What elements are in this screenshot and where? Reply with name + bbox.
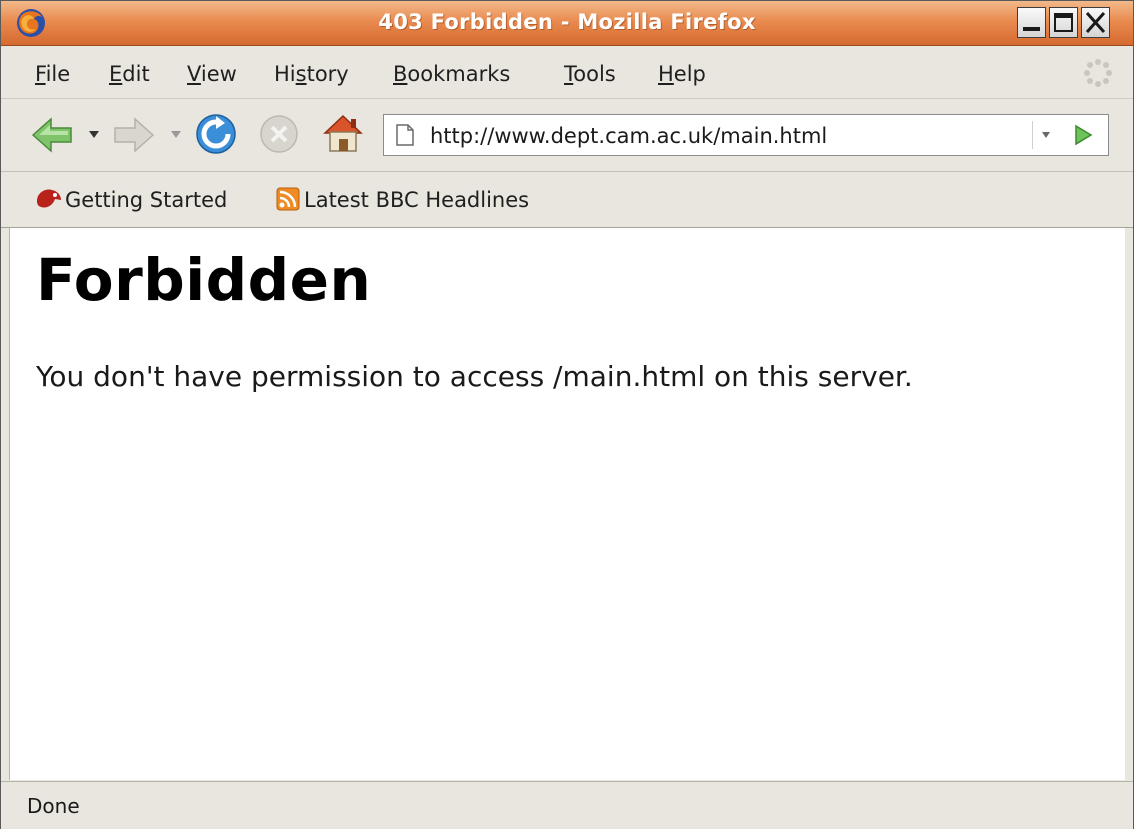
forward-arrow-icon[interactable] bbox=[113, 117, 155, 153]
home-icon[interactable] bbox=[321, 111, 365, 155]
bookmarks-toolbar: Getting Started Latest BBC Headlines bbox=[1, 172, 1133, 228]
bookmark-bbc-headlines[interactable]: Latest BBC Headlines bbox=[276, 187, 529, 212]
window-title: 403 Forbidden - Mozilla Firefox bbox=[378, 10, 756, 34]
back-dropdown-icon[interactable] bbox=[89, 131, 99, 139]
close-button[interactable] bbox=[1081, 7, 1110, 38]
menu-bookmarks[interactable]: Bookmarks bbox=[393, 62, 510, 86]
browser-window: 403 Forbidden - Mozilla Firefox File Edi… bbox=[0, 0, 1134, 829]
page-heading: Forbidden bbox=[36, 246, 372, 314]
back-arrow-icon[interactable] bbox=[31, 117, 73, 153]
menu-file[interactable]: File bbox=[35, 62, 70, 86]
menu-history[interactable]: History bbox=[274, 62, 349, 86]
go-arrow-icon bbox=[1075, 124, 1093, 146]
chevron-down-icon bbox=[1042, 132, 1050, 138]
minimize-button[interactable] bbox=[1017, 7, 1046, 38]
maximize-icon bbox=[1054, 13, 1073, 32]
forward-dropdown-icon[interactable] bbox=[171, 131, 181, 139]
throbber-icon bbox=[1084, 59, 1112, 87]
menu-view[interactable]: View bbox=[187, 62, 237, 86]
error-message: You don't have permission to access /mai… bbox=[36, 360, 913, 393]
url-input[interactable]: http://www.dept.cam.ac.uk/main.html bbox=[430, 124, 827, 148]
url-bar[interactable]: http://www.dept.cam.ac.uk/main.html bbox=[383, 114, 1109, 156]
status-text: Done bbox=[27, 794, 80, 818]
page-content: Forbidden You don't have permission to a… bbox=[9, 228, 1125, 780]
bookmark-getting-started[interactable]: Getting Started bbox=[35, 187, 227, 212]
go-button[interactable] bbox=[1064, 121, 1100, 149]
menu-tools[interactable]: Tools bbox=[564, 62, 616, 86]
url-history-dropdown[interactable] bbox=[1032, 121, 1059, 149]
menu-bar: File Edit View History Bookmarks Tools H… bbox=[1, 46, 1133, 99]
rss-feed-icon bbox=[276, 187, 300, 211]
close-icon bbox=[1085, 11, 1106, 34]
reload-icon[interactable] bbox=[195, 113, 237, 155]
title-bar[interactable]: 403 Forbidden - Mozilla Firefox bbox=[1, 1, 1133, 46]
maximize-button[interactable] bbox=[1049, 7, 1078, 38]
stop-icon[interactable] bbox=[259, 114, 299, 154]
minimize-icon bbox=[1023, 27, 1040, 31]
firefox-bookmark-icon bbox=[37, 189, 61, 208]
status-bar: Done bbox=[1, 781, 1133, 829]
menu-edit[interactable]: Edit bbox=[109, 62, 150, 86]
page-icon bbox=[396, 124, 414, 146]
menu-help[interactable]: Help bbox=[658, 62, 706, 86]
